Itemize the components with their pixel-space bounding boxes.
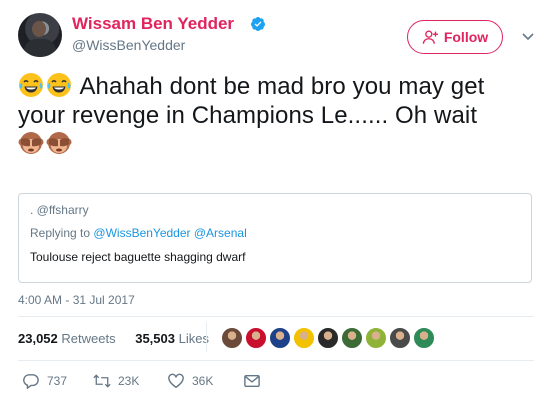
liker-avatar[interactable]: [341, 327, 363, 349]
like-count: 36K: [192, 374, 214, 388]
liker-avatar[interactable]: [413, 327, 435, 349]
retweet-count: 23K: [118, 374, 140, 388]
liker-avatar[interactable]: [269, 327, 291, 349]
liker-avatar[interactable]: [365, 327, 387, 349]
divider: [18, 316, 534, 317]
tweet-line-3: [18, 130, 538, 159]
tweet-line-2: your revenge in Champions Le...... Oh wa…: [18, 102, 478, 129]
tweet-line-1-text: Ahahah dont be mad bro you may get: [79, 73, 485, 100]
tweet-text: Ahahah dont be mad bro you may get your …: [18, 72, 538, 159]
retweets-label[interactable]: Retweets: [61, 331, 115, 346]
add-user-icon: [422, 30, 438, 44]
likes-count[interactable]: 35,503: [135, 331, 175, 346]
envelope-icon: [244, 374, 260, 388]
liker-avatar[interactable]: [245, 327, 267, 349]
tweet-header: Wissam Ben Yedder @WissBenYedder Follow: [18, 13, 538, 61]
tweet-line-1: Ahahah dont be mad bro you may get: [18, 72, 538, 101]
liker-avatar[interactable]: [221, 327, 243, 349]
mention-link[interactable]: @WissBenYedder: [93, 226, 190, 240]
retweet-icon: [93, 374, 111, 388]
face-with-tears-of-joy-icon: [19, 73, 43, 97]
liker-avatar[interactable]: [317, 327, 339, 349]
retweet-button[interactable]: 23K: [93, 373, 139, 389]
see-no-evil-monkey-icon: [18, 132, 44, 154]
mention-link[interactable]: @Arsenal: [194, 226, 247, 240]
see-no-evil-monkey-icon: [46, 132, 72, 154]
face-with-tears-of-joy-icon: [47, 73, 71, 97]
divider: [18, 360, 534, 361]
reply-button[interactable]: 737: [22, 373, 67, 389]
likes-label[interactable]: Likes: [179, 331, 209, 346]
follow-label: Follow: [443, 29, 489, 45]
liker-avatar[interactable]: [389, 327, 411, 349]
quoted-tweet[interactable]: . @ffsharry Replying to @WissBenYedder @…: [18, 193, 532, 283]
chevron-down-icon[interactable]: [520, 28, 536, 44]
verified-badge-icon: [250, 17, 265, 31]
tweet-timestamp[interactable]: 4:00 AM - 31 Jul 2017: [18, 293, 135, 307]
tweet-stats: 23,052 Retweets 35,503 Likes: [18, 331, 209, 346]
follow-button[interactable]: Follow: [407, 20, 503, 54]
quoted-tweet-handle[interactable]: . @ffsharry: [30, 203, 89, 217]
direct-message-button[interactable]: [243, 373, 261, 389]
author-avatar[interactable]: [18, 13, 62, 57]
author-display-name[interactable]: Wissam Ben Yedder: [72, 14, 234, 34]
reply-count: 737: [47, 374, 68, 388]
liker-avatar[interactable]: [293, 327, 315, 349]
author-handle[interactable]: @WissBenYedder: [72, 37, 185, 53]
stats-separator: [206, 322, 207, 352]
replying-to-label: Replying to: [30, 226, 91, 240]
quoted-tweet-replying-to: Replying to @WissBenYedder @Arsenal: [30, 226, 247, 240]
retweets-count[interactable]: 23,052: [18, 331, 58, 346]
quoted-tweet-text: Toulouse reject baguette shagging dwarf: [30, 250, 246, 264]
reply-icon: [23, 374, 39, 389]
like-button[interactable]: 36K: [167, 373, 213, 389]
heart-icon: [168, 373, 184, 389]
